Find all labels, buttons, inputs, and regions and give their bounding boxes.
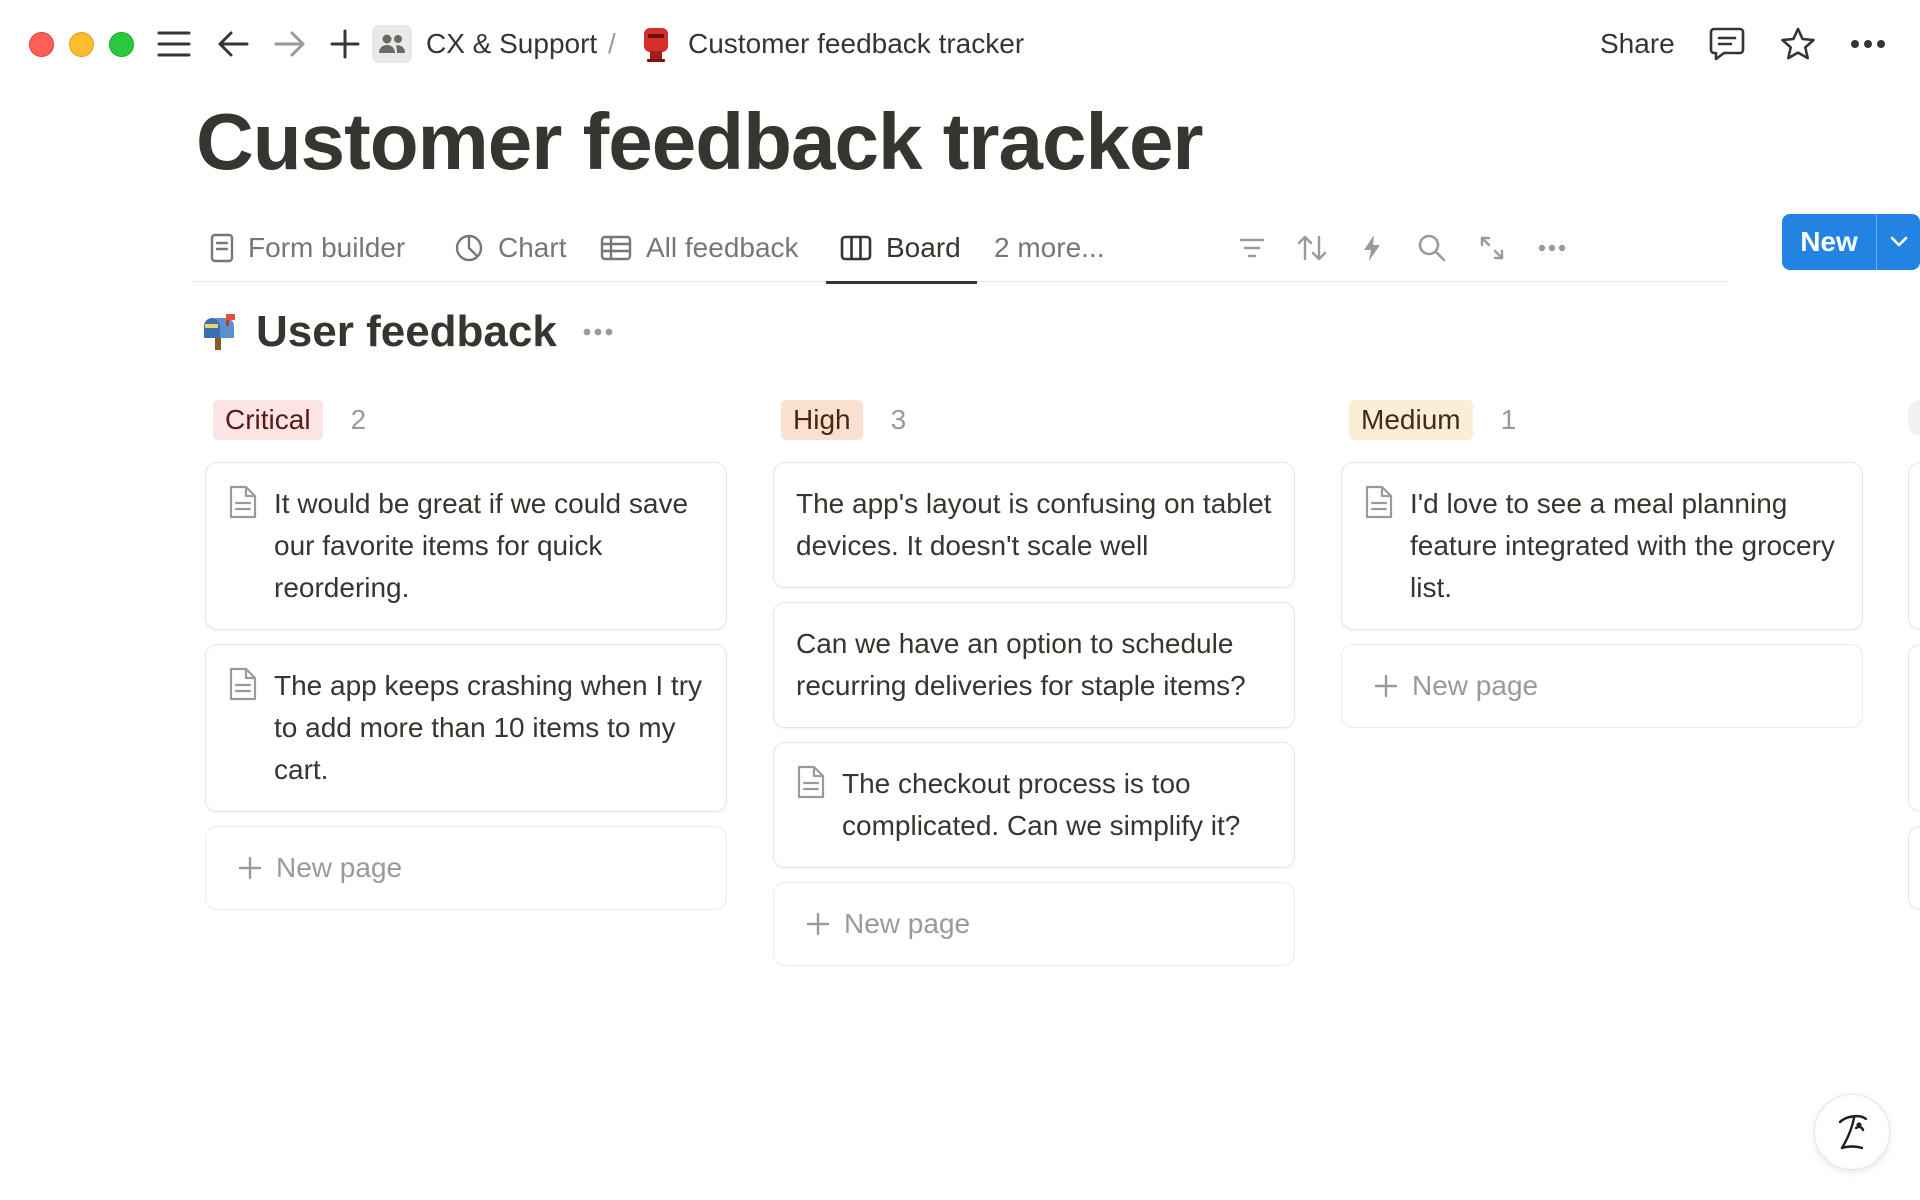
board-header: User feedback xyxy=(200,306,613,358)
back-arrow-icon[interactable] xyxy=(213,24,253,64)
card-title: The checkout process is too complicated.… xyxy=(842,768,1241,841)
automation-bolt-icon[interactable] xyxy=(1352,228,1392,268)
card-stub[interactable] xyxy=(1908,644,1920,812)
feedback-card[interactable]: The app keeps crashing when I try to add… xyxy=(205,644,727,812)
chevron-down-icon[interactable] xyxy=(1877,236,1920,248)
plus-icon[interactable] xyxy=(325,24,365,64)
sort-icon[interactable] xyxy=(1292,228,1332,268)
breadcrumb-separator: / xyxy=(608,28,616,59)
help-signature-icon xyxy=(1838,1114,1868,1150)
board-column-medium: Medium 1 I'd love to see a meal planning… xyxy=(1341,396,1863,728)
sidebar-menu-icon[interactable] xyxy=(154,24,194,64)
column-count: 3 xyxy=(890,404,907,435)
view-tabs-bar: Form builder Chart All feedback Board 2 … xyxy=(192,214,1920,284)
search-icon[interactable] xyxy=(1412,228,1452,268)
more-views-button[interactable]: 2 more... xyxy=(994,214,1104,282)
new-page-button[interactable]: New page xyxy=(1341,644,1863,728)
page-document-icon xyxy=(229,485,257,519)
more-horizontal-icon[interactable] xyxy=(1848,24,1888,64)
card-title: I'd love to see a meal planning feature … xyxy=(1410,488,1835,603)
status-tag: High xyxy=(781,400,863,440)
new-page-label: New page xyxy=(1412,670,1539,701)
feedback-card[interactable]: The app's layout is confusing on tablet … xyxy=(773,462,1295,588)
tab-label: Form builder xyxy=(248,232,406,263)
people-icon xyxy=(372,25,412,63)
card-title: The app's layout is confusing on tablet … xyxy=(796,488,1272,561)
comment-icon[interactable] xyxy=(1707,24,1747,64)
star-icon[interactable] xyxy=(1778,24,1818,64)
new-page-button[interactable]: New page xyxy=(773,882,1295,966)
page-title[interactable]: Customer feedback tracker xyxy=(196,96,1204,188)
help-button[interactable] xyxy=(1814,1094,1890,1170)
card-stub[interactable] xyxy=(1908,826,1920,910)
plus-icon xyxy=(238,856,262,880)
new-button[interactable]: New xyxy=(1782,214,1920,270)
card-title: Can we have an option to schedule recurr… xyxy=(796,628,1246,701)
page-document-icon xyxy=(229,667,257,701)
window-minimize-button[interactable] xyxy=(69,32,94,57)
new-button-label: New xyxy=(1800,226,1858,257)
card-title: The app keeps crashing when I try to add… xyxy=(274,670,703,785)
page-document-icon xyxy=(1365,485,1393,519)
form-icon xyxy=(210,233,234,263)
forward-arrow-icon[interactable] xyxy=(270,24,310,64)
tab-chart[interactable]: Chart xyxy=(454,214,566,282)
tab-board[interactable]: Board xyxy=(826,214,977,284)
board-column-high: High 3 The app's layout is confusing on … xyxy=(773,396,1295,966)
new-page-label: New page xyxy=(276,852,403,883)
share-button[interactable]: Share xyxy=(1600,26,1675,62)
column-header-stub xyxy=(1908,400,1920,436)
tab-all-feedback[interactable]: All feedback xyxy=(600,214,799,282)
expand-icon[interactable] xyxy=(1472,228,1512,268)
status-tag: Critical xyxy=(213,400,323,440)
card-title: It would be great if we could save our f… xyxy=(274,488,689,603)
new-page-label: New page xyxy=(844,908,971,939)
plus-icon xyxy=(1374,674,1398,698)
card-stub[interactable] xyxy=(1908,462,1920,630)
more-horizontal-icon[interactable] xyxy=(1532,228,1572,268)
feedback-card[interactable]: It would be great if we could save our f… xyxy=(205,462,727,630)
feedback-card[interactable]: I'd love to see a meal planning feature … xyxy=(1341,462,1863,630)
board-column-critical: Critical 2 It would be great if we could… xyxy=(205,396,727,910)
column-header[interactable]: High 3 xyxy=(773,396,1295,444)
more-horizontal-icon[interactable] xyxy=(583,328,613,336)
breadcrumb-workspace[interactable]: CX & Support xyxy=(426,26,597,62)
tab-form-builder[interactable]: Form builder xyxy=(210,214,405,282)
column-header[interactable]: Medium 1 xyxy=(1341,396,1863,444)
board-title[interactable]: User feedback xyxy=(256,306,557,358)
window-close-button[interactable] xyxy=(29,32,54,57)
column-header[interactable]: Critical 2 xyxy=(205,396,727,444)
plus-icon xyxy=(806,912,830,936)
mailbox-emoji-icon xyxy=(204,314,235,350)
table-icon xyxy=(600,235,632,261)
top-bar: CX & Support / Customer feedback tracker… xyxy=(0,0,1920,88)
postbox-emoji-icon xyxy=(636,24,676,64)
tab-label: Chart xyxy=(498,232,567,263)
tab-label: All feedback xyxy=(646,232,799,263)
status-tag: Medium xyxy=(1349,400,1473,440)
column-count: 1 xyxy=(1500,404,1517,435)
board-icon xyxy=(840,235,872,261)
new-page-button[interactable]: New page xyxy=(205,826,727,910)
column-count: 2 xyxy=(350,404,367,435)
breadcrumb-page[interactable]: Customer feedback tracker xyxy=(688,26,1024,62)
tab-label: Board xyxy=(886,232,961,263)
feedback-card[interactable]: Can we have an option to schedule recurr… xyxy=(773,602,1295,728)
window-maximize-button[interactable] xyxy=(109,32,134,57)
filter-icon[interactable] xyxy=(1232,228,1272,268)
page-document-icon xyxy=(797,765,825,799)
chart-icon xyxy=(454,233,484,263)
feedback-card[interactable]: The checkout process is too complicated.… xyxy=(773,742,1295,868)
